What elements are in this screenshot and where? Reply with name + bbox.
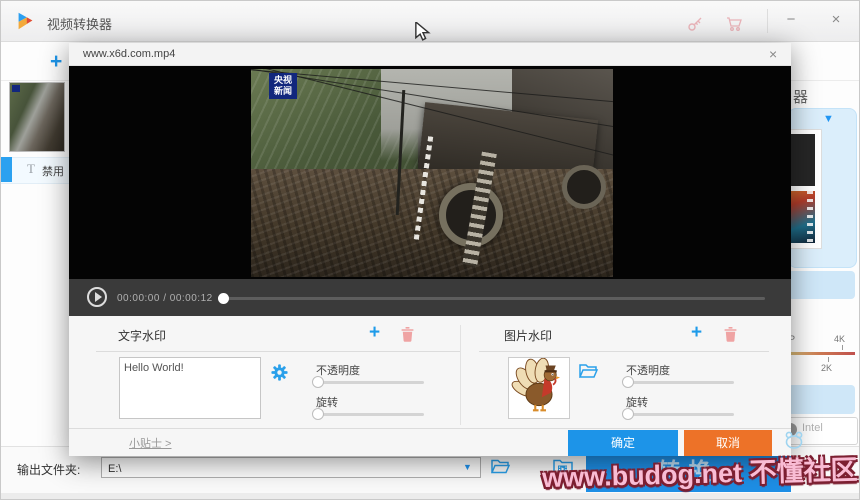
partial-text: 器 xyxy=(793,86,808,107)
image-rotate-handle[interactable] xyxy=(622,408,634,420)
text-opacity-slider[interactable] xyxy=(316,381,424,384)
image-opacity-label: 不透明度 xyxy=(626,362,670,378)
quality-tick-4k xyxy=(842,345,843,350)
register-key-icon[interactable] xyxy=(687,16,703,32)
dialog-title: www.x6d.com.mp4 xyxy=(83,48,175,60)
text-rotate-slider[interactable] xyxy=(316,413,424,416)
add-image-watermark-button[interactable]: + xyxy=(691,323,702,342)
output-folder-combobox[interactable] xyxy=(101,457,481,478)
scene-wheel xyxy=(562,165,606,209)
text-icon: T xyxy=(27,161,35,177)
output-folder-input[interactable] xyxy=(106,459,460,478)
footer-divider xyxy=(69,428,791,429)
video-frame: 央视 新闻 xyxy=(251,69,613,277)
text-opacity-label: 不透明度 xyxy=(316,362,360,378)
app-logo-icon xyxy=(14,10,36,32)
video-thumbnail[interactable] xyxy=(9,82,65,152)
app-window: 视频转换器 − × + T 禁用 器 ▼ 0P 4K 2K Intel 输出文件… xyxy=(0,0,860,500)
cctv-news-badge: 央视 新闻 xyxy=(269,73,297,99)
format-option-button[interactable] xyxy=(788,271,855,299)
tips-link[interactable]: 小贴士 > xyxy=(129,435,171,451)
image-opacity-handle[interactable] xyxy=(622,376,634,388)
delete-image-watermark-icon[interactable] xyxy=(724,327,737,342)
close-window-button[interactable]: × xyxy=(823,11,849,28)
app-title: 视频转换器 xyxy=(47,14,112,33)
quality-label-4k: 4K xyxy=(834,334,845,344)
format-dropdown-caret-icon[interactable]: ▼ xyxy=(823,113,834,125)
watermark-text-input[interactable]: Hello World! xyxy=(119,357,261,419)
turkey-image xyxy=(511,358,567,416)
cart-icon[interactable] xyxy=(726,16,743,32)
column-divider xyxy=(460,325,461,425)
bear-icon xyxy=(781,430,807,450)
titlebar-divider xyxy=(767,9,768,33)
player-bar: 00:00:00 / 00:00:12 xyxy=(69,279,791,316)
combobox-caret-icon[interactable]: ▼ xyxy=(463,462,472,472)
watermark-image-thumbnail[interactable] xyxy=(508,357,570,419)
quality-tick-2k xyxy=(828,357,829,362)
seek-handle[interactable] xyxy=(218,293,229,304)
play-icon xyxy=(95,292,102,302)
scene-debris xyxy=(251,169,613,277)
section-divider xyxy=(479,351,769,352)
quality-slider[interactable] xyxy=(783,352,855,355)
video-preview-area: 央视 新闻 xyxy=(69,66,791,279)
text-watermark-title: 文字水印 xyxy=(118,327,166,344)
quality-label-2k: 2K xyxy=(821,363,832,373)
browse-folder-icon[interactable] xyxy=(491,458,511,475)
text-rotate-handle[interactable] xyxy=(312,408,324,420)
image-watermark-title: 图片水印 xyxy=(504,327,552,344)
output-folder-label: 输出文件夹: xyxy=(17,461,80,478)
text-opacity-handle[interactable] xyxy=(312,376,324,388)
add-text-watermark-button[interactable]: + xyxy=(369,323,380,342)
time-display: 00:00:00 / 00:00:12 xyxy=(117,293,213,304)
window-bottom-edge xyxy=(1,493,860,500)
seek-bar[interactable] xyxy=(219,297,765,300)
settings-button[interactable] xyxy=(788,385,855,414)
section-divider xyxy=(96,351,461,352)
text-settings-gear-icon[interactable] xyxy=(271,364,288,381)
delete-text-watermark-icon[interactable] xyxy=(401,327,414,342)
watermark-dialog: www.x6d.com.mp4 × 央视 新闻 xyxy=(69,43,791,456)
image-opacity-slider[interactable] xyxy=(626,381,734,384)
dialog-close-icon[interactable]: × xyxy=(769,46,777,62)
minimize-button[interactable]: − xyxy=(778,11,804,28)
add-files-button[interactable]: + xyxy=(50,50,62,74)
thumbnail-badge xyxy=(12,85,20,92)
image-rotate-slider[interactable] xyxy=(626,413,734,416)
tab-accent-bar xyxy=(1,157,12,182)
site-watermark: www.budog.net 不懂社区 xyxy=(541,448,857,495)
browse-image-folder-icon[interactable] xyxy=(579,363,599,379)
dialog-header xyxy=(69,43,791,66)
mouse-cursor xyxy=(414,22,432,42)
tab-label: 禁用 xyxy=(42,163,64,179)
